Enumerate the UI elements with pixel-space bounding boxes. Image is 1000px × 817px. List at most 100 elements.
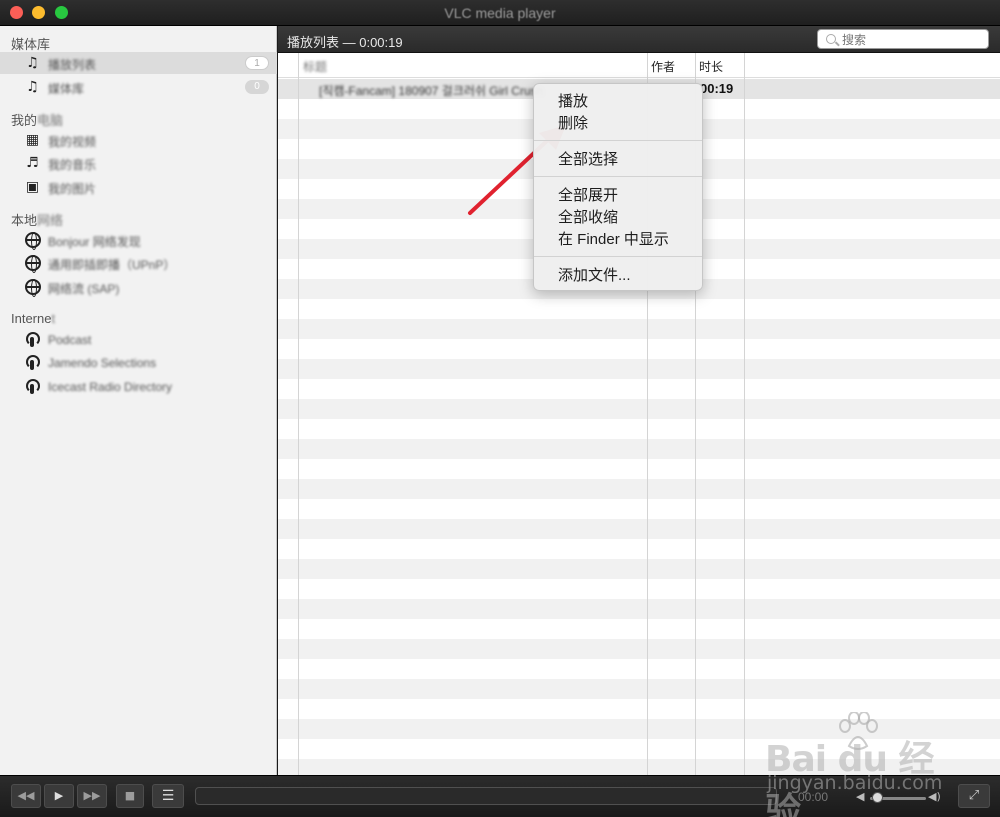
empty-row [278,639,1000,659]
column-author[interactable]: 作者 [651,58,675,75]
empty-row [278,479,1000,499]
picture-icon: ▣ [25,179,40,195]
sidebar-item-label: Icecast Radio Directory [48,380,173,394]
empty-row [278,339,1000,359]
sidebar-item-label: Jamendo Selections [48,356,157,370]
stop-icon: ■ [124,789,136,802]
empty-row [278,499,1000,519]
title-bar: VLC media player [0,0,1000,26]
playlist-header: 播放列表 — 0:00:19 [278,26,1000,53]
column-title[interactable]: 标题 [303,58,327,75]
search-box[interactable] [817,29,989,49]
empty-row [278,459,1000,479]
baidu-watermark: Bai du 经验 jingyan.baidu.com [765,712,955,817]
menu-separator [534,176,702,177]
empty-row [278,679,1000,699]
section-media-library-label: 媒体库 [11,37,51,52]
menu-item-add-file[interactable]: 添加文件... [558,264,631,285]
sidebar-item-label: 我的图片 [48,182,97,196]
count-badge: 0 [245,80,269,94]
playlist-toggle-button[interactable]: ☰ [152,784,184,808]
music-notes-icon: ♬ [26,155,39,171]
play-button[interactable]: ▶ [44,784,74,808]
sidebar-item-sap[interactable]: 网络流 (SAP) [0,276,277,298]
section-local-network-label-rest: 网络 [37,213,64,228]
section-media-library: 媒体库 [11,34,50,53]
empty-row [278,579,1000,599]
column-divider [298,53,299,775]
playlist-title: 播放列表 — 0:00:19 [287,35,403,50]
previous-button[interactable]: ◀◀ [11,784,41,808]
empty-row [278,379,1000,399]
empty-row [278,539,1000,559]
stop-button[interactable]: ■ [116,784,144,808]
empty-row [278,419,1000,439]
sidebar-item-my-videos[interactable]: ▦ 我的视频 [0,129,277,151]
empty-row [278,559,1000,579]
section-my-computer-label-rest: 电脑 [37,113,64,128]
sidebar-item-label: Podcast [48,333,92,347]
film-icon: ▦ [25,132,40,148]
fullscreen-icon: ⤢ [968,788,980,803]
podcast-icon [24,332,41,348]
search-input[interactable] [842,32,982,47]
menu-item-play[interactable]: 播放 [558,90,588,111]
sidebar-item-label: Bonjour 网络发现 [48,235,141,249]
section-internet-label: Interne [11,311,52,326]
sidebar-item-icecast[interactable]: Icecast Radio Directory [0,376,277,398]
next-button[interactable]: ▶▶ [77,784,107,808]
sidebar-item-label: 我的音乐 [48,158,97,172]
sidebar-item-bonjour[interactable]: Bonjour 网络发现 [0,229,277,251]
section-local-network: 本地网络 [11,210,63,229]
sidebar-item-label: 通用即插即播（UPnP） [48,258,176,272]
column-divider[interactable] [744,53,745,775]
empty-row [278,319,1000,339]
sidebar-item-my-music[interactable]: ♬ 我的音乐 [0,152,277,174]
fullscreen-button[interactable]: ⤢ [958,784,990,808]
sidebar-item-label: 播放列表 [48,58,97,72]
seek-bar[interactable] [195,787,777,805]
sidebar-item-label: 媒体库 [48,82,85,96]
watermark-url: jingyan.baidu.com [767,772,943,794]
section-my-computer: 我的电脑 [11,110,63,129]
sidebar-item-my-pictures[interactable]: ▣ 我的图片 [0,176,277,198]
music-note-icon: ♫ [26,79,39,95]
section-local-network-label: 本地 [11,213,38,228]
sidebar-item-playlist[interactable]: ♫ 播放列表 1 [0,52,277,74]
sidebar-item-media-library[interactable]: ♫ 媒体库 0 [0,76,277,98]
menu-item-delete[interactable]: 删除 [558,112,588,133]
row-title: [직캠-Fancam] 180907 걸크러쉬 Girl Crush [319,84,544,98]
empty-row [278,299,1000,319]
empty-row [278,659,1000,679]
sidebar-item-label: 网络流 (SAP) [48,282,120,296]
menu-item-collapse-all[interactable]: 全部收缩 [558,206,618,227]
list-icon: ☰ [161,788,175,804]
sidebar-item-label: 我的视频 [48,135,97,149]
menu-item-show-in-finder[interactable]: 在 Finder 中显示 [558,228,669,249]
section-internet-label-rest: t [51,311,56,326]
globe-icon [24,279,41,297]
context-menu: 播放 删除 全部选择 全部展开 全部收缩 在 Finder 中显示 添加文件..… [533,83,703,291]
empty-row [278,599,1000,619]
menu-separator [534,140,702,141]
sidebar-item-podcast[interactable]: Podcast [0,329,277,351]
music-note-icon: ♫ [26,55,39,71]
menu-item-select-all[interactable]: 全部选择 [558,148,618,169]
empty-row [278,439,1000,459]
empty-row [278,399,1000,419]
sidebar: 媒体库 ♫ 播放列表 1 ♫ 媒体库 0 我的电脑 ▦ 我的视频 ♬ 我的音乐 … [0,26,277,775]
row-duration: 00:19 [700,81,734,96]
play-icon: ▶ [54,789,64,802]
rewind-icon: ◀◀ [17,789,35,802]
section-my-computer-label: 我的 [11,113,38,128]
empty-row [278,519,1000,539]
window-title: VLC media player [444,5,556,21]
section-internet: Internet [11,311,55,326]
sidebar-item-jamendo[interactable]: Jamendo Selections [0,352,277,374]
column-duration[interactable]: 时长 [699,58,723,75]
globe-icon [24,255,41,273]
menu-item-expand-all[interactable]: 全部展开 [558,184,618,205]
sidebar-item-upnp[interactable]: 通用即插即播（UPnP） [0,252,277,274]
podcast-icon [24,379,41,395]
empty-row [278,619,1000,639]
